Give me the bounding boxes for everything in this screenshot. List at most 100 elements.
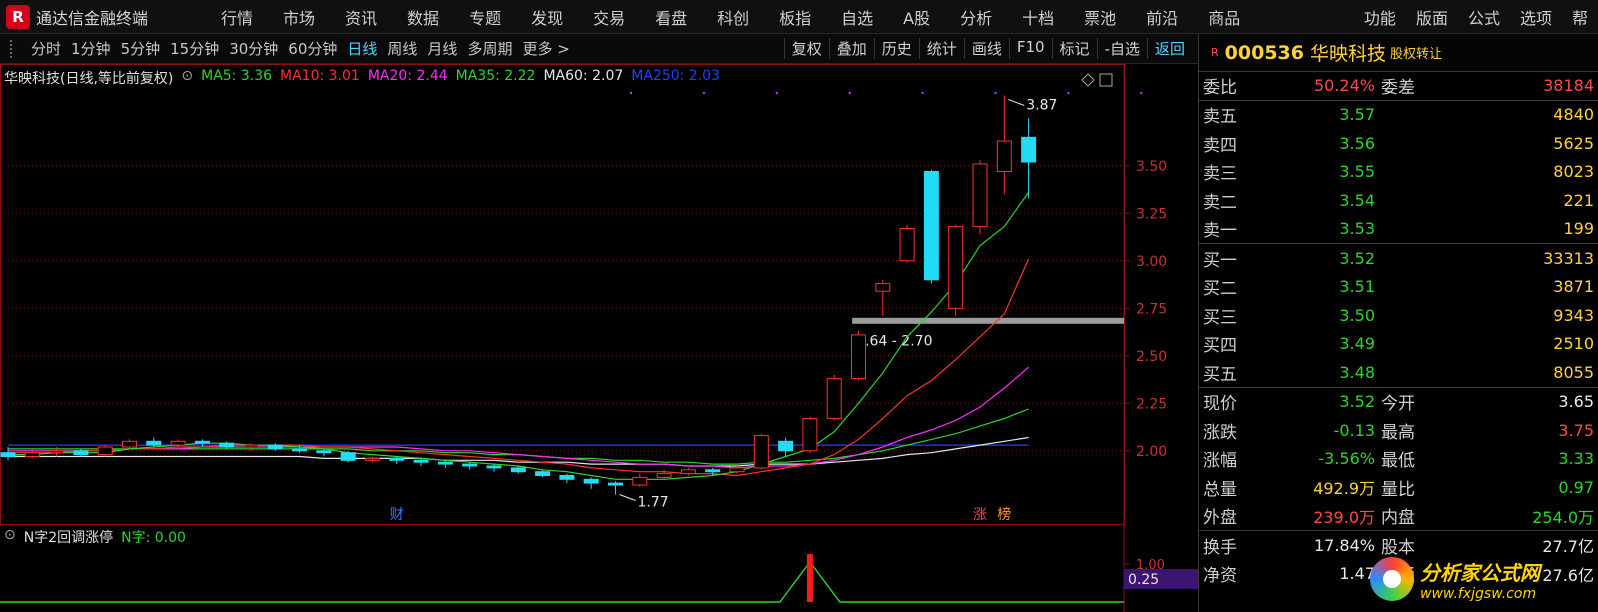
candle-body [802, 418, 818, 452]
stat-label-2: 今开 [1381, 394, 1415, 415]
bid-label: 买五 [1203, 364, 1237, 385]
bid-price: 3.52 [1339, 248, 1375, 268]
weicha-label: 委差 [1381, 78, 1415, 99]
menu-item-15[interactable]: 前沿 [1131, 5, 1193, 29]
candle-body [535, 471, 551, 477]
candle-body [437, 461, 453, 465]
tool-button-8[interactable]: 返回 [1146, 38, 1192, 59]
menu-item-16[interactable]: 商品 [1193, 5, 1255, 29]
right-menu-item-1[interactable]: 版面 [1406, 5, 1458, 29]
menu-item-4[interactable]: 专题 [454, 5, 516, 29]
weibi-row: 委比 50.24% 委差 38184 [1199, 72, 1598, 101]
period-tab-4[interactable]: 30分钟 [224, 38, 283, 59]
tool-button-0[interactable]: 复权 [783, 38, 829, 59]
right-menu: 功能 版面 公式 选项帮 [1354, 5, 1598, 29]
stat-label-2: 量比 [1381, 479, 1415, 500]
menu-item-14[interactable]: 票池 [1069, 5, 1131, 29]
stat-value: 3.52 [1339, 392, 1375, 412]
ask-list: 卖五 3.57 4840 卖四 3.56 5625 卖三 3.55 8023 卖二 3.54 221 卖… [1199, 101, 1598, 244]
menu-item-10[interactable]: 自选 [826, 5, 888, 29]
tool-button-2[interactable]: 历史 [873, 38, 919, 59]
candle-body [608, 482, 623, 486]
low-pointer [619, 494, 636, 501]
signal-dot [629, 91, 633, 95]
menu-item-11[interactable]: A股 [888, 5, 945, 29]
menu-item-6[interactable]: 交易 [578, 5, 640, 29]
indicator-dropdown-icon[interactable]: ⊙ [181, 68, 193, 88]
candle-body [510, 467, 526, 473]
period-tab-10[interactable]: 更多 > [517, 38, 574, 59]
menu-item-2[interactable]: 资讯 [330, 5, 392, 29]
menu-item-1[interactable]: 市场 [268, 5, 330, 29]
right-menu-item-2[interactable]: 公式 [1458, 5, 1510, 29]
candle-body [583, 478, 599, 484]
period-tab-7[interactable]: 周线 [382, 38, 422, 59]
candle-body [826, 378, 842, 420]
period-tab-9[interactable]: 多周期 [462, 38, 517, 59]
menu-item-0[interactable]: 行情 [206, 5, 268, 29]
ma-label-0: MA5: 3.36 [201, 68, 273, 84]
period-tab-8[interactable]: 月线 [422, 38, 462, 59]
kline-chart-area[interactable]: 3.50 3.25 3.00 2.75 2.50 2.25 2.00 2.64 - 2.70 3… [0, 64, 1198, 612]
period-tab-6[interactable]: 日线 [342, 38, 382, 59]
tool-button-6[interactable]: 标记 [1051, 38, 1097, 59]
bid-label: 买一 [1203, 250, 1237, 271]
ma35-line [8, 408, 1029, 465]
tool-button-4[interactable]: 画线 [963, 38, 1009, 59]
ask-volume: 8023 [1553, 162, 1594, 182]
tool-button-7[interactable]: -自选 [1096, 38, 1147, 59]
right-menu-item-4[interactable]: 帮 [1562, 5, 1598, 29]
tool-button-1[interactable]: 叠加 [828, 38, 874, 59]
period-tab-2[interactable]: 5分钟 [116, 38, 166, 59]
toolbar-grip-icon[interactable] [10, 39, 18, 58]
watermark-flower-icon [1370, 557, 1414, 601]
right-menu-item-3[interactable]: 选项 [1510, 5, 1562, 29]
indicator-name: N字2回调涨停 [23, 530, 114, 546]
menu-item-7[interactable]: 看盘 [640, 5, 702, 29]
main-menu: 行情 市场 资讯 数据 专题 发现 交易 看盘 科创 板指 自选 A股 分析 十档 票池 前沿 商品 [206, 5, 1354, 29]
candle-body [243, 444, 259, 448]
candle-body [0, 452, 16, 458]
y-tick-label: 3.00 [1136, 254, 1167, 270]
period-tab-1[interactable]: 1分钟 [66, 38, 116, 59]
bid-volume: 33313 [1543, 248, 1594, 268]
ask-price: 3.56 [1339, 133, 1375, 153]
menu-item-9[interactable]: 板指 [764, 5, 826, 29]
event-marker-2: 榜 [997, 506, 1011, 523]
bid-label: 买四 [1203, 336, 1237, 357]
menu-item-12[interactable]: 分析 [945, 5, 1007, 29]
stock-code[interactable]: 000536 [1225, 42, 1304, 64]
period-tab-0[interactable]: 分时 [26, 38, 66, 59]
stat-value-2: 3.65 [1558, 392, 1594, 412]
tool-button-3[interactable]: 统计 [918, 38, 964, 59]
y-tick-label: 2.25 [1136, 396, 1167, 412]
menu-item-13[interactable]: 十档 [1007, 5, 1069, 29]
stat-row-0: 现价 3.52 今开 3.65 [1199, 388, 1598, 417]
tool-button-5[interactable]: F10 [1008, 38, 1052, 59]
ask-volume: 4840 [1553, 105, 1594, 125]
extra-value: 1.47 [1339, 564, 1375, 584]
weibi-label: 委比 [1203, 78, 1237, 99]
indicator-dropdown-icon[interactable]: ⊙ [4, 527, 16, 547]
candle-body [146, 440, 162, 446]
candle-body [729, 467, 745, 473]
stat-value-2: 3.75 [1558, 420, 1594, 440]
bid-price: 3.51 [1339, 277, 1375, 297]
extra-label: 净资 [1203, 566, 1237, 587]
stock-name[interactable]: 华映科技 [1310, 39, 1386, 66]
menu-item-3[interactable]: 数据 [392, 5, 454, 29]
ma-label-5: MA250: 2.03 [631, 68, 720, 84]
stats-list: 现价 3.52 今开 3.65 涨跌 -0.13 最高 3.75 涨幅 -3.56% 最低 3.33 总… [1199, 388, 1598, 531]
right-menu-item-0[interactable]: 功能 [1354, 5, 1406, 29]
bid-volume: 2510 [1553, 334, 1594, 354]
menu-item-8[interactable]: 科创 [702, 5, 764, 29]
indicator-line [0, 560, 1124, 603]
ask-price: 3.55 [1339, 162, 1375, 182]
candle-body [778, 440, 794, 452]
period-tab-5[interactable]: 60分钟 [283, 38, 342, 59]
period-tab-3[interactable]: 15分钟 [165, 38, 224, 59]
stat-label: 涨幅 [1203, 451, 1237, 472]
stock-header: R 000536 华映科技 股权转让 [1199, 34, 1598, 72]
bid-list: 买一 3.52 33313 买二 3.51 3871 买三 3.50 9343 买四 3.49 251… [1199, 244, 1598, 388]
menu-item-5[interactable]: 发现 [516, 5, 578, 29]
